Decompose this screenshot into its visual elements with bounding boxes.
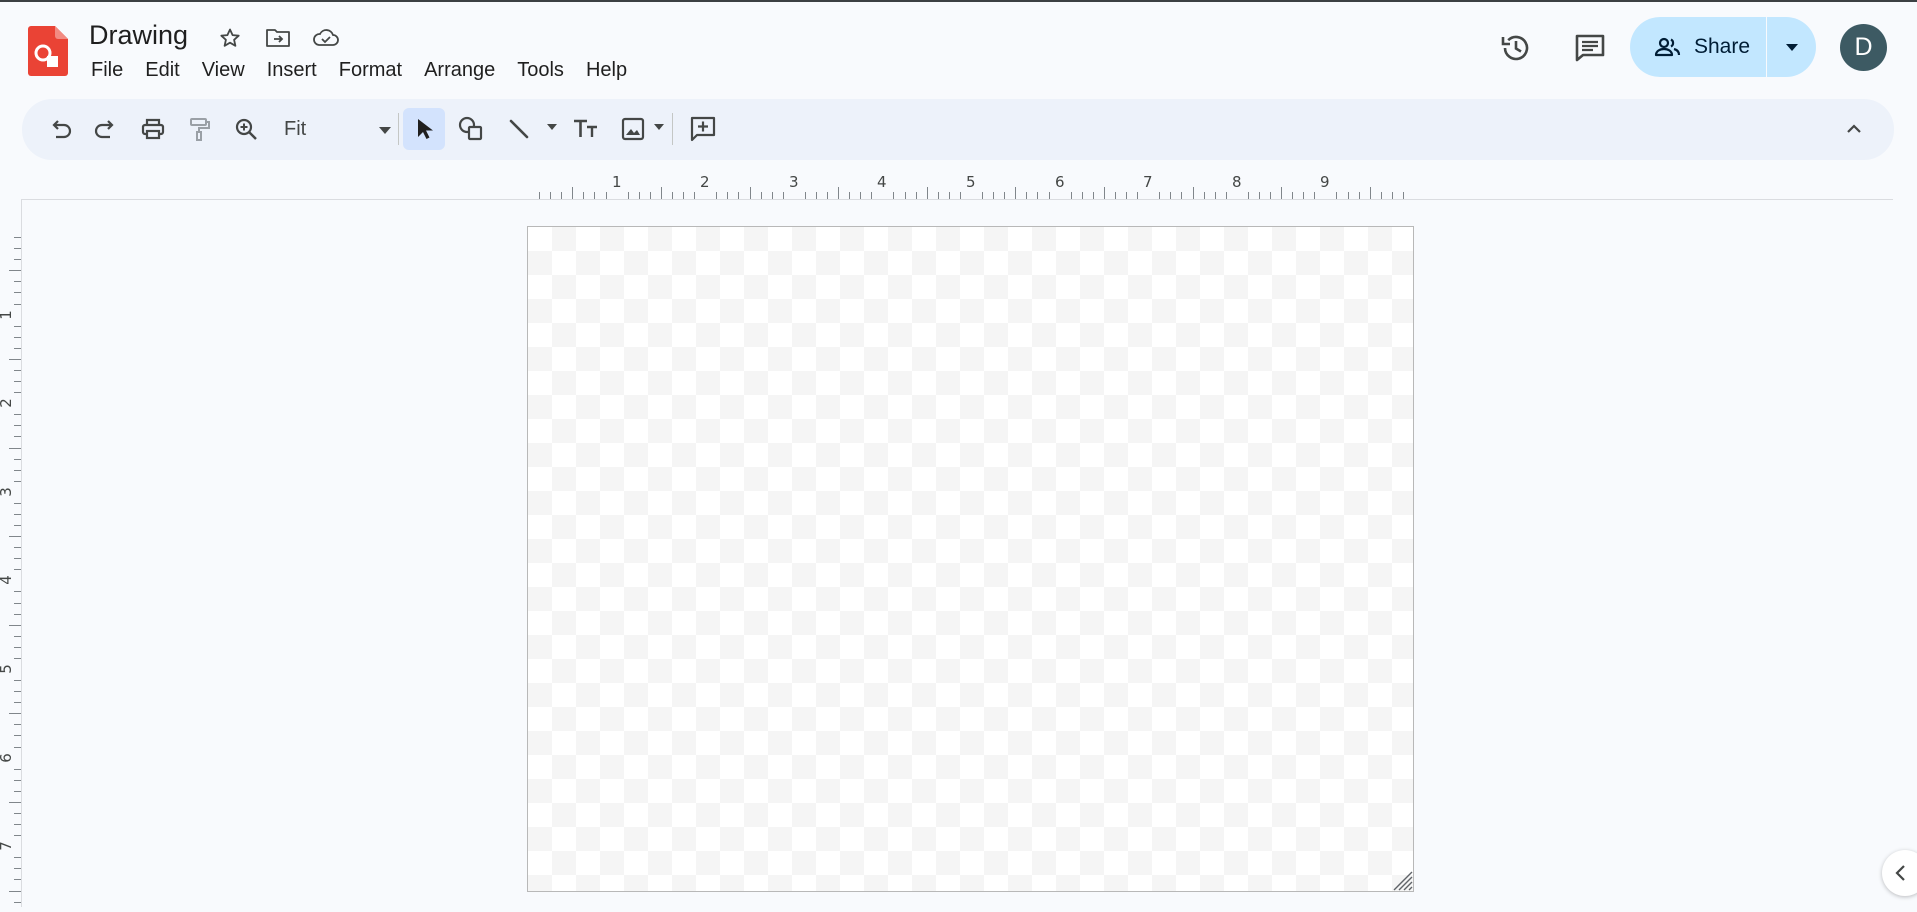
ruler-number: 2 xyxy=(700,173,710,191)
image-caret-icon[interactable] xyxy=(653,123,665,131)
chevron-left-icon xyxy=(1895,865,1905,881)
undo-icon[interactable] xyxy=(39,108,81,150)
people-icon xyxy=(1654,37,1681,57)
ruler-number: 7 xyxy=(1143,173,1153,191)
line-icon[interactable] xyxy=(498,108,540,150)
menu-help[interactable]: Help xyxy=(575,55,638,85)
document-title[interactable]: Drawing xyxy=(89,18,188,52)
ruler-number: 1 xyxy=(612,173,622,191)
paint-format-icon[interactable] xyxy=(178,108,220,150)
comments-icon[interactable] xyxy=(1568,26,1612,70)
menu-file[interactable]: File xyxy=(80,55,134,85)
window-top-border xyxy=(0,0,1917,2)
ruler-number: 5 xyxy=(0,664,15,674)
line-type-caret-icon[interactable] xyxy=(546,123,558,131)
zoom-caret-icon xyxy=(379,127,391,134)
image-icon[interactable] xyxy=(612,108,654,150)
print-icon[interactable] xyxy=(132,108,174,150)
ruler-number: 7 xyxy=(0,841,15,851)
share-label: Share xyxy=(1694,35,1751,58)
menu-view[interactable]: View xyxy=(191,55,256,85)
zoom-select[interactable]: Fit xyxy=(276,108,396,150)
ruler-number: 8 xyxy=(1232,173,1242,191)
add-comment-icon[interactable] xyxy=(682,108,724,150)
share-button[interactable]: Share xyxy=(1630,17,1766,77)
menu-bar: File Edit View Insert Format Arrange Too… xyxy=(80,55,638,85)
side-panel-toggle[interactable] xyxy=(1882,850,1917,896)
menu-insert[interactable]: Insert xyxy=(256,55,328,85)
text-box-icon[interactable] xyxy=(565,108,607,150)
collapse-icon[interactable] xyxy=(1833,108,1875,150)
toolbar: Fit xyxy=(22,99,1894,160)
menu-edit[interactable]: Edit xyxy=(134,55,190,85)
account-avatar[interactable]: D xyxy=(1840,24,1887,71)
shape-icon[interactable] xyxy=(450,108,492,150)
zoom-value: Fit xyxy=(284,117,307,140)
move-to-folder-icon[interactable] xyxy=(264,24,292,52)
menu-tools[interactable]: Tools xyxy=(506,55,575,85)
vertical-ruler-ticks xyxy=(9,237,21,903)
drawing-canvas[interactable] xyxy=(527,226,1414,892)
ruler-number: 5 xyxy=(966,173,976,191)
redo-icon[interactable] xyxy=(85,108,127,150)
toolbar-divider xyxy=(672,113,673,145)
ruler-number: 2 xyxy=(0,398,15,408)
ruler-number: 3 xyxy=(0,487,15,497)
drawings-logo-icon[interactable] xyxy=(28,26,68,76)
version-history-icon[interactable] xyxy=(1494,26,1538,70)
zoom-icon[interactable] xyxy=(225,108,267,150)
toolbar-divider xyxy=(398,113,399,145)
menu-format[interactable]: Format xyxy=(328,55,413,85)
star-icon[interactable] xyxy=(216,24,244,52)
resize-handle-icon[interactable] xyxy=(1391,869,1413,891)
vertical-ruler[interactable]: 1 2 3 4 5 6 7 xyxy=(0,226,22,907)
ruler-number: 3 xyxy=(789,173,799,191)
horizontal-ruler[interactable]: 1 2 3 4 5 6 7 8 9 xyxy=(528,170,1416,200)
select-icon[interactable] xyxy=(403,108,445,150)
cloud-saved-icon[interactable] xyxy=(312,24,340,52)
ruler-number: 1 xyxy=(0,310,15,320)
ruler-number: 4 xyxy=(877,173,887,191)
share-button-group: Share xyxy=(1630,17,1816,77)
ruler-number: 6 xyxy=(1055,173,1065,191)
menu-arrange[interactable]: Arrange xyxy=(413,55,506,85)
caret-down-icon xyxy=(1785,44,1798,51)
share-options-dropdown[interactable] xyxy=(1767,17,1816,77)
ruler-number: 9 xyxy=(1320,173,1330,191)
ruler-number: 4 xyxy=(0,575,15,585)
ruler-number: 6 xyxy=(0,753,15,763)
